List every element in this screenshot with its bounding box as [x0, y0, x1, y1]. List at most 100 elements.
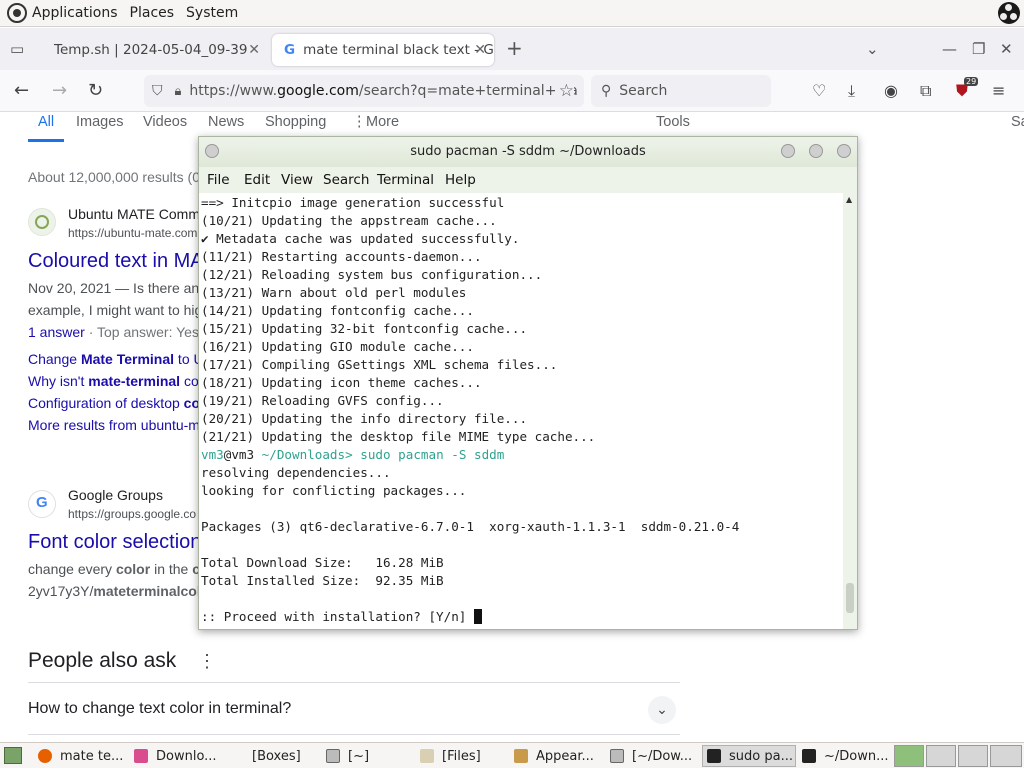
tab-videos[interactable]: Videos — [143, 114, 187, 130]
terminal-output[interactable]: ==> Initcpio image generation successful… — [201, 193, 841, 629]
maximize-button[interactable]: ❐ — [972, 40, 985, 58]
task-terminal-home[interactable]: [~] — [326, 745, 406, 767]
close-button[interactable] — [837, 144, 851, 158]
forward-button[interactable]: → — [52, 80, 67, 101]
task-appearance[interactable]: Appear... — [514, 745, 606, 767]
terminal-title: sudo pacman -S sddm ~/Downloads — [410, 144, 646, 159]
scroll-up-arrow-icon[interactable]: ▲ — [846, 195, 852, 204]
pocket-icon[interactable]: ♡ — [812, 81, 826, 100]
sitelink-change-mate-terminal[interactable]: Change Mate Terminal to U — [28, 351, 204, 367]
reload-button[interactable]: ↻ — [88, 80, 103, 101]
menu-help[interactable]: Help — [445, 172, 476, 188]
menu-edit[interactable]: Edit — [244, 172, 270, 188]
back-button[interactable]: ← — [14, 80, 29, 101]
menu-view[interactable]: View — [281, 172, 313, 188]
close-tab-icon[interactable]: ✕ — [474, 42, 486, 58]
task-label: [~] — [348, 748, 370, 764]
applications-menu[interactable]: Applications — [32, 5, 118, 21]
search-placeholder: Search — [619, 83, 668, 99]
terminal-line: Total Download Size: 16.28 MiB — [201, 555, 444, 570]
google-favicon-icon: G — [284, 42, 296, 58]
ublock-icon[interactable]: ⛊ 29 — [956, 77, 979, 101]
tab-shopping[interactable]: Shopping — [265, 114, 326, 130]
new-tab-button[interactable]: + — [506, 36, 523, 60]
task-terminal-downloads[interactable]: [~/Dow... — [610, 745, 700, 767]
more-icon: ⋮ — [352, 114, 367, 130]
show-desktop-icon[interactable] — [4, 747, 22, 764]
more-options-icon[interactable]: ⋮ — [198, 651, 216, 672]
task-label: ~/Down... — [824, 748, 889, 764]
more-results-link[interactable]: More results from ubuntu-m — [28, 417, 200, 433]
minimize-button[interactable] — [781, 144, 795, 158]
menu-search[interactable]: Search — [323, 172, 369, 188]
terminal-menubar: File Edit View Search Terminal Help — [199, 167, 857, 193]
workspace-1[interactable] — [894, 745, 924, 767]
people-also-ask-heading: People also ask — [28, 649, 177, 672]
system-menu[interactable]: System — [186, 5, 238, 21]
menu-hamburger-icon[interactable]: ≡ — [992, 81, 1005, 100]
text-cursor — [473, 609, 482, 624]
terminal-line: Total Installed Size: 92.35 MiB — [201, 573, 444, 588]
obs-tray-icon[interactable] — [998, 2, 1020, 24]
chevron-down-icon[interactable]: ⌄ — [648, 696, 676, 724]
minimize-button[interactable]: — — [942, 40, 957, 58]
result2-title-link[interactable]: Font color selection — [28, 531, 201, 554]
bookmark-star-icon[interactable]: ☆ — [554, 81, 574, 101]
sitelink-why-isnt[interactable]: Why isn't mate-terminal co — [28, 373, 199, 389]
url-bar[interactable]: ⛉ 🔒︎ https://www. google.com/search?q=mat… — [144, 75, 584, 107]
task-files[interactable]: [Files] — [420, 745, 510, 767]
answers-link[interactable]: 1 answer — [28, 324, 85, 340]
places-menu[interactable]: Places — [130, 5, 175, 21]
task-downloads-folder[interactable]: ~/Down... — [802, 745, 890, 767]
tab-temp-sh[interactable]: Temp.sh | 2024-05-04_09-39 ✕ — [42, 34, 268, 66]
tab-list-icon[interactable]: ▭ — [10, 40, 24, 58]
proceed-line: :: Proceed with installation? [Y/n] — [201, 608, 841, 626]
paa-question[interactable]: How to change text color in terminal? — [28, 700, 291, 718]
prompt-path: ~/Downloads> — [254, 447, 361, 462]
downloads-icon[interactable]: ⤓ — [848, 81, 855, 101]
result1-title-link[interactable]: Coloured text in MA — [28, 250, 204, 273]
tab-news[interactable]: News — [208, 114, 244, 130]
terminal-scrollbar[interactable]: ▲ — [843, 193, 857, 629]
tools-button[interactable]: Tools — [656, 114, 690, 130]
task-label: Downlo... — [156, 748, 217, 764]
extensions-icon[interactable]: ⧉ — [920, 81, 931, 101]
safesearch-button[interactable]: Sa — [1011, 114, 1024, 130]
task-boxes[interactable]: [Boxes] — [252, 745, 322, 767]
task-firefox[interactable]: mate te... — [38, 745, 128, 767]
workspace-2[interactable] — [926, 745, 956, 767]
terminal-line: looking for conflicting packages... — [201, 483, 467, 498]
menu-file[interactable]: File — [207, 172, 230, 188]
terminal-lines: resolving dependencies... looking for con… — [201, 464, 841, 608]
workspace-3[interactable] — [958, 745, 988, 767]
scrollbar-thumb[interactable] — [846, 583, 854, 613]
tab-google-search[interactable]: G mate terminal black text - G ✕ — [272, 34, 494, 66]
terminal-line: (10/21) Updating the appstream cache... — [201, 213, 497, 228]
navigation-toolbar: ← → ↻ ⛉ 🔒︎ https://www. google.com/search… — [0, 70, 1024, 112]
mate-logo-icon[interactable] — [7, 3, 27, 23]
workspace-4[interactable] — [990, 745, 1022, 767]
close-tab-icon[interactable]: ✕ — [248, 42, 260, 58]
close-window-button[interactable]: ✕ — [1000, 40, 1013, 58]
shield-icon[interactable]: ⛉ — [152, 83, 163, 99]
menu-terminal[interactable]: Terminal — [377, 172, 434, 188]
tab-more[interactable]: More — [366, 114, 399, 130]
maximize-button[interactable] — [809, 144, 823, 158]
terminal-line: ==> Initcpio image generation successful — [201, 195, 505, 210]
lock-icon[interactable]: 🔒︎ — [175, 84, 182, 99]
task-label: sudo pa... — [729, 748, 793, 764]
task-downloads[interactable]: Downlo... — [134, 745, 246, 767]
terminal-window[interactable]: sudo pacman -S sddm ~/Downloads File Edi… — [198, 136, 858, 630]
tab-all[interactable]: All — [38, 114, 54, 130]
task-sudo-pacman[interactable]: sudo pa... — [702, 745, 796, 767]
account-icon[interactable]: ◉ — [884, 81, 898, 100]
window-menu-icon[interactable] — [205, 144, 219, 158]
terminal-line: (21/21) Updating the desktop file MIME t… — [201, 429, 596, 444]
search-bar[interactable]: ⚲ Search — [591, 75, 771, 107]
terminal-titlebar[interactable]: sudo pacman -S sddm ~/Downloads — [199, 137, 857, 167]
tab-images[interactable]: Images — [76, 114, 124, 130]
tab-overflow-chevron-icon[interactable]: ⌄ — [866, 40, 879, 58]
sitelink-configuration[interactable]: Configuration of desktop co — [28, 395, 200, 411]
sitelink-text: co — [180, 373, 199, 389]
